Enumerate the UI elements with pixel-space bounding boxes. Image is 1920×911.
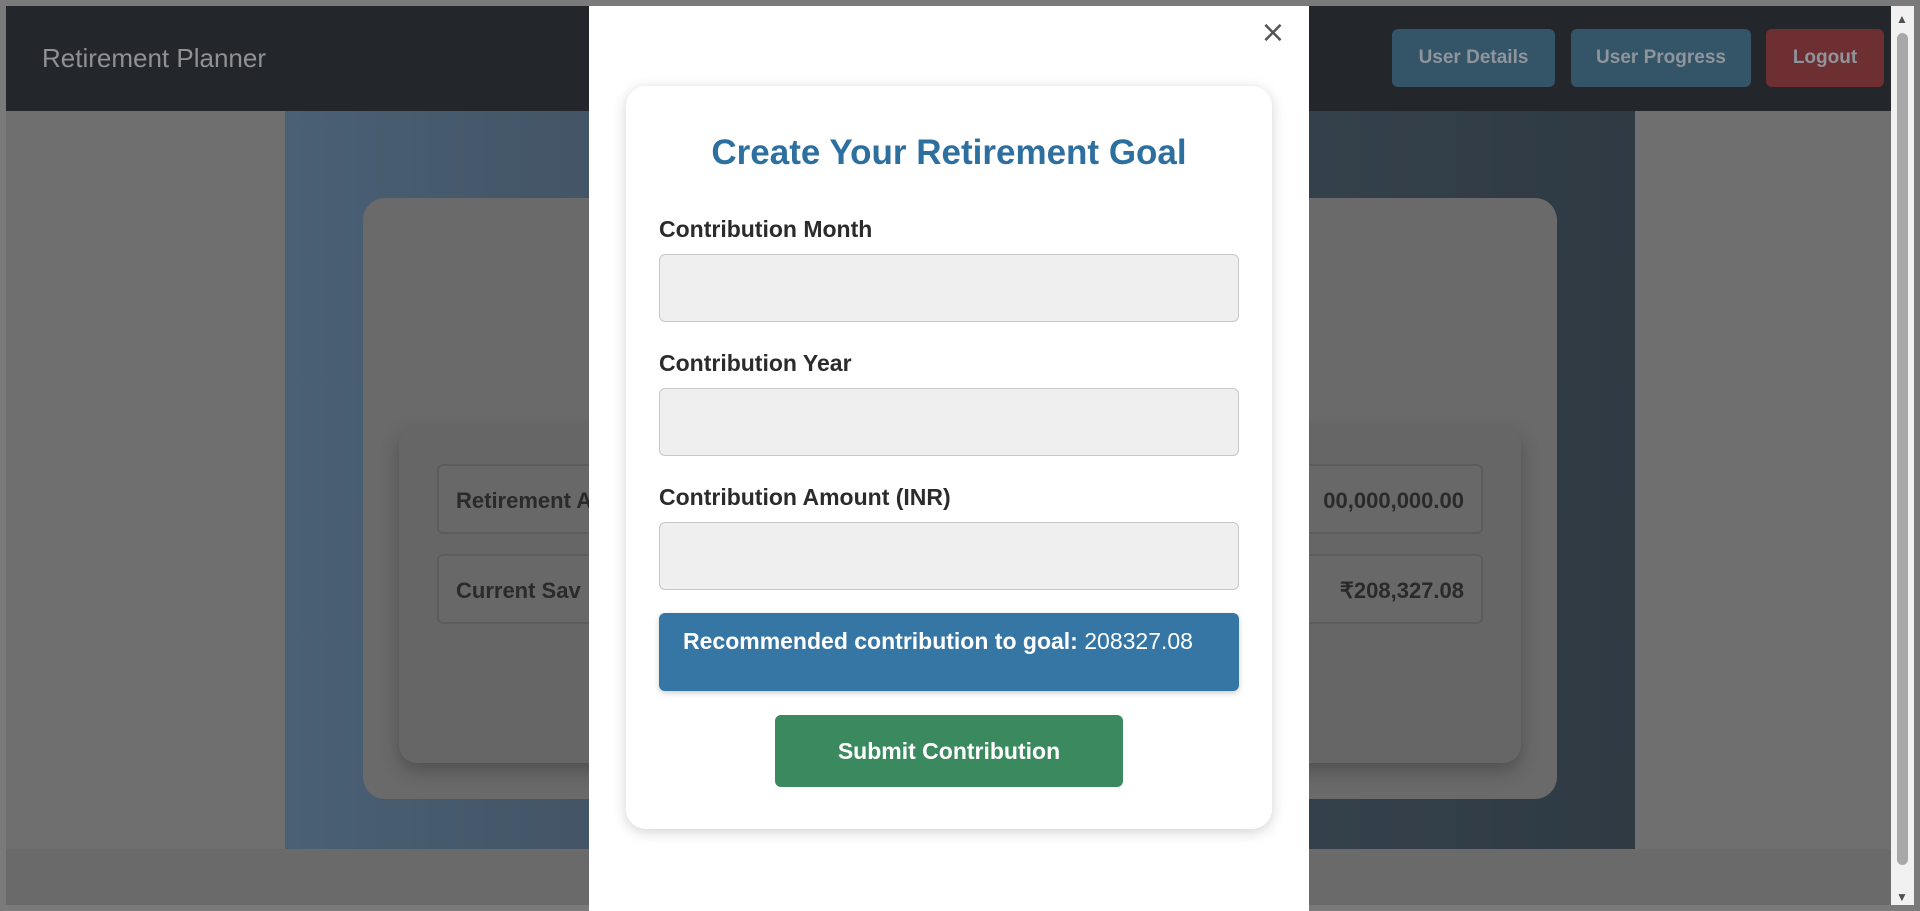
scroll-up-arrow-icon[interactable]: ▲ bbox=[1896, 12, 1908, 26]
submit-contribution-button[interactable]: Submit Contribution bbox=[775, 715, 1123, 787]
scrollbar-thumb[interactable] bbox=[1897, 33, 1908, 865]
close-icon[interactable]: × bbox=[1257, 14, 1289, 50]
recommended-contribution-text: Recommended contribution to goal: 208327… bbox=[683, 628, 1193, 655]
recommended-contribution-value: 208327.08 bbox=[1084, 628, 1193, 654]
contribution-amount-input[interactable] bbox=[659, 522, 1239, 590]
current-savings-value: ₹208,327.08 bbox=[1339, 578, 1464, 603]
contribution-year-input[interactable] bbox=[659, 388, 1239, 456]
user-details-button[interactable]: User Details bbox=[1392, 29, 1555, 87]
contribution-year-label: Contribution Year bbox=[659, 350, 852, 376]
recommended-contribution-label: Recommended contribution to goal: bbox=[683, 628, 1078, 654]
brand-title[interactable]: Retirement Planner bbox=[42, 43, 266, 74]
recommended-contribution-box: Recommended contribution to goal: 208327… bbox=[659, 613, 1239, 691]
current-savings-label: Current Sav bbox=[456, 578, 581, 603]
retirement-amount-value: 00,000,000.00 bbox=[1323, 488, 1464, 513]
contribution-month-label: Contribution Month bbox=[659, 216, 873, 242]
scroll-down-arrow-icon[interactable]: ▼ bbox=[1896, 890, 1908, 904]
logout-button[interactable]: Logout bbox=[1766, 29, 1884, 87]
form-title: Create Your Retirement Goal bbox=[711, 133, 1187, 172]
contribution-amount-label: Contribution Amount (INR) bbox=[659, 484, 951, 510]
retirement-amount-label: Retirement A bbox=[456, 488, 593, 513]
user-progress-button[interactable]: User Progress bbox=[1571, 29, 1751, 87]
contribution-month-input[interactable] bbox=[659, 254, 1239, 322]
